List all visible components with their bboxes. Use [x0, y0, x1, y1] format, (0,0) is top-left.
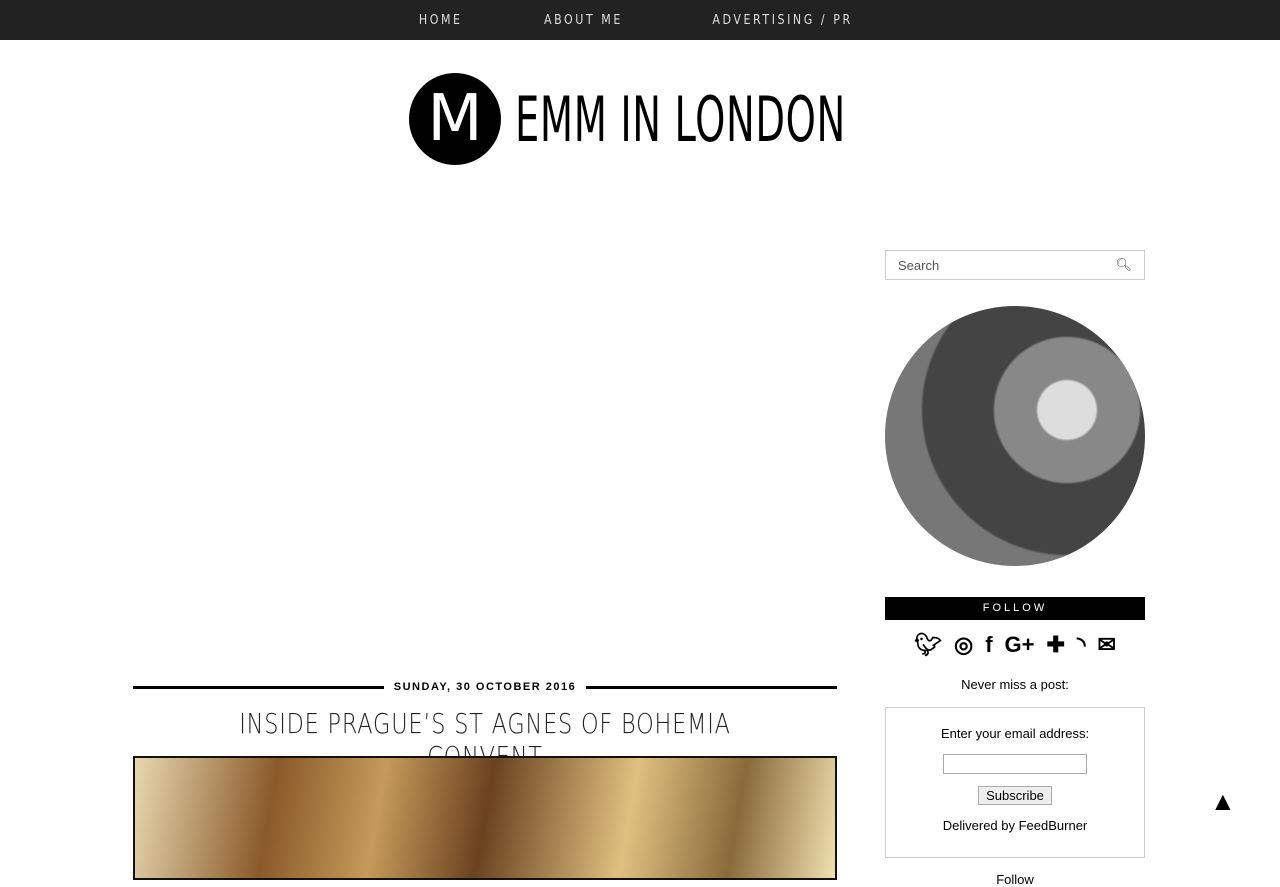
twitter-icon[interactable]: 🐦︎ [914, 632, 942, 658]
search-placeholder: Search [898, 257, 940, 273]
facebook-icon[interactable]: f [985, 632, 992, 658]
follow-heading: FOLLOW [885, 597, 1145, 620]
post-image [133, 756, 837, 880]
divider [586, 685, 838, 689]
post-date: SUNDAY, 30 OCTOBER 2016 [393, 681, 577, 693]
nav-about-me[interactable]: ABOUT ME [544, 13, 623, 28]
divider [133, 685, 384, 689]
back-to-top-icon[interactable]: ▲ [1210, 786, 1236, 817]
logo-text: EMM IN LONDON [515, 82, 846, 156]
feedburner-form: Enter your email address: Subscribe Deli… [885, 707, 1145, 858]
instagram-icon[interactable]: ◎ [954, 632, 973, 658]
email-icon[interactable]: ✉ [1097, 632, 1115, 658]
google-plus-icon[interactable]: G+ [1005, 632, 1035, 658]
bloglovin-icon[interactable]: ✚ [1047, 632, 1065, 658]
profile-photo [885, 306, 1145, 566]
email-label: Enter your email address: [940, 726, 1090, 741]
search-icon[interactable]: 🔍︎ [1115, 257, 1132, 273]
search-input[interactable]: Search 🔍︎ [885, 250, 1145, 280]
nav-home[interactable]: HOME [419, 13, 463, 28]
email-field[interactable] [943, 754, 1087, 774]
social-icons: 🐦︎ ◎ f G+ ✚ ◝ ✉ [885, 632, 1145, 658]
site-logo[interactable]: M EMM IN LONDON [409, 73, 1049, 165]
nav-advertising[interactable]: ADVERTISING / PR [712, 13, 852, 28]
never-miss-label: Never miss a post: [961, 677, 1069, 692]
delivered-by[interactable]: Delivered by FeedBurner [886, 818, 1144, 833]
logo-mark: M [409, 73, 501, 165]
post-date-row: SUNDAY, 30 OCTOBER 2016 [133, 681, 838, 693]
top-nav: HOME ABOUT ME ADVERTISING / PR [0, 0, 1280, 40]
subscribe-button[interactable]: Subscribe [978, 786, 1052, 805]
rss-icon[interactable]: ◝ [1077, 632, 1086, 658]
